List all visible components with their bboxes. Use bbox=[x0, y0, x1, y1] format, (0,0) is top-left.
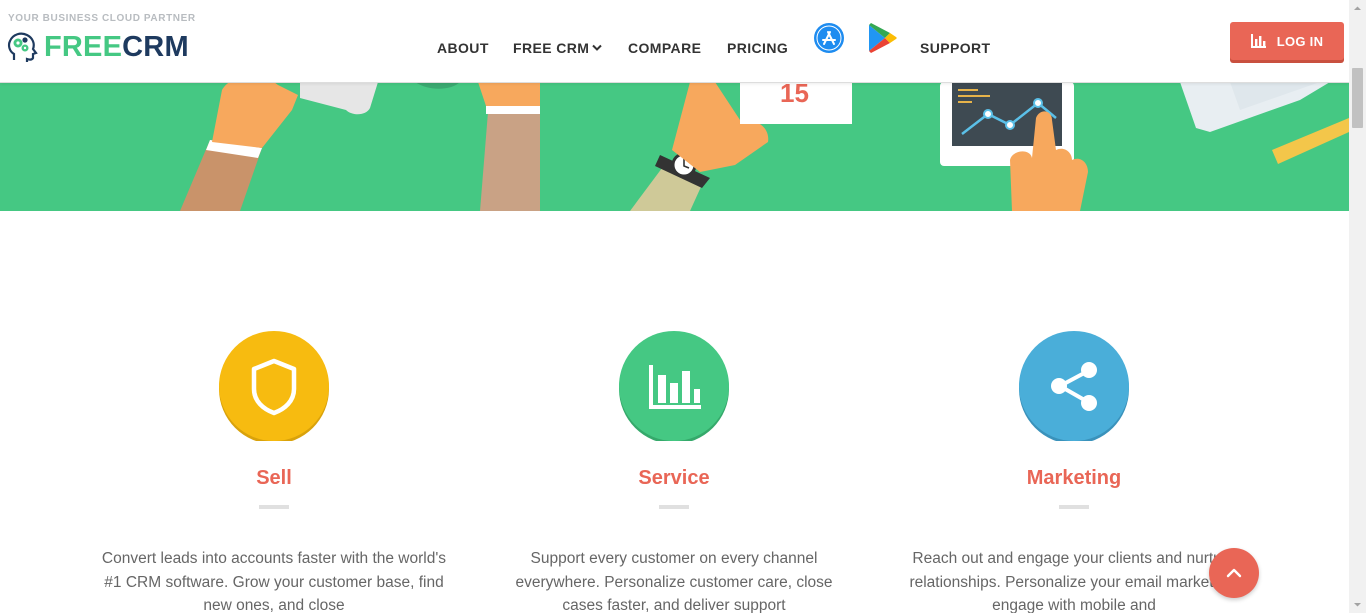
nav-about[interactable]: ABOUT bbox=[437, 40, 489, 56]
feature-title: Sell bbox=[256, 467, 292, 489]
feature-description: Reach out and engage your clients and nu… bbox=[909, 550, 1239, 613]
site-header: YOUR BUSINESS CLOUD PARTNER FREECRM ABOU… bbox=[0, 0, 1349, 83]
bar-chart-icon bbox=[1250, 34, 1266, 48]
feature-description: Support every customer on every channel … bbox=[515, 550, 833, 613]
google-play-icon[interactable] bbox=[866, 22, 898, 54]
login-button[interactable]: LOG IN bbox=[1230, 22, 1344, 60]
scrollbar-thumb[interactable] bbox=[1352, 68, 1363, 128]
divider bbox=[1059, 505, 1089, 509]
nav-free-crm-label: FREE CRM bbox=[513, 40, 590, 56]
logo[interactable]: FREECRM bbox=[6, 28, 189, 66]
feature-icon-circle bbox=[219, 331, 329, 441]
scrollbar[interactable] bbox=[1349, 0, 1366, 613]
login-label: LOG IN bbox=[1276, 33, 1324, 49]
app-store-icon[interactable] bbox=[813, 22, 845, 54]
logo-text-free: FREE bbox=[44, 30, 123, 63]
feature-description: Convert leads into accounts faster with … bbox=[101, 550, 447, 613]
chevron-up-icon bbox=[1226, 568, 1242, 578]
divider bbox=[259, 505, 289, 509]
head-gears-icon bbox=[7, 32, 38, 62]
scroll-down-arrow-icon[interactable] bbox=[1349, 596, 1366, 613]
feature-icon-circle bbox=[619, 331, 729, 441]
scroll-to-top-button[interactable] bbox=[1209, 548, 1259, 598]
share-icon bbox=[1019, 331, 1129, 441]
tagline: YOUR BUSINESS CLOUD PARTNER bbox=[8, 13, 196, 24]
chevron-down-icon bbox=[592, 44, 603, 51]
bar-chart-icon bbox=[619, 331, 729, 441]
divider bbox=[659, 505, 689, 509]
feature-title: Service bbox=[638, 467, 710, 489]
nav-support[interactable]: SUPPORT bbox=[920, 40, 990, 56]
scroll-up-arrow-icon[interactable] bbox=[1349, 0, 1366, 17]
nav-free-crm[interactable]: FREE CRM bbox=[513, 40, 603, 56]
nav-pricing[interactable]: PRICING bbox=[727, 40, 788, 56]
logo-text-crm: CRM bbox=[122, 30, 189, 63]
feature-title: Marketing bbox=[1026, 467, 1122, 489]
feature-icon-circle bbox=[1019, 331, 1129, 441]
shield-icon bbox=[219, 331, 329, 441]
page: 15 YOUR BUSINESS CLOUD PARTNER FREECRM A… bbox=[0, 0, 1349, 613]
nav-compare[interactable]: COMPARE bbox=[628, 40, 701, 56]
